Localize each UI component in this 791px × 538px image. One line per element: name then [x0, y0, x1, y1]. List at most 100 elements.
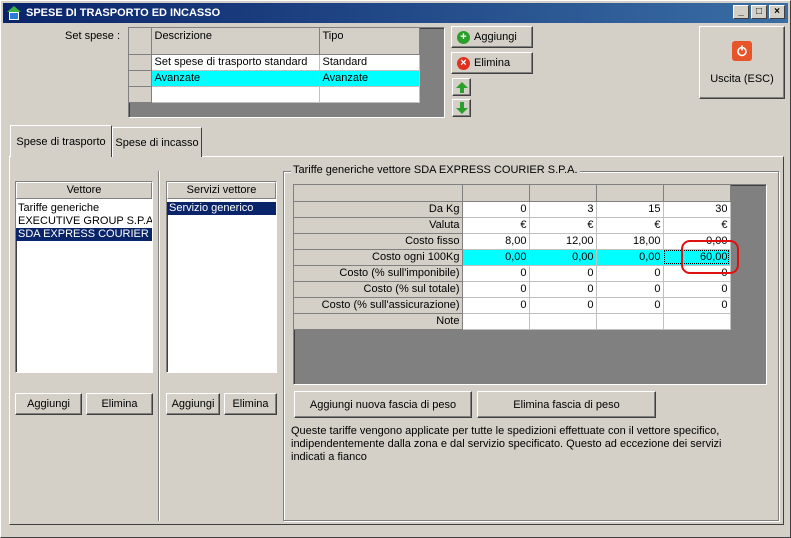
table-row-selected[interactable]: Avanzate Avanzate [129, 70, 420, 87]
tariffe-grid[interactable]: Da Kg 0 3 15 30 Valuta € € € € Costo fis… [293, 184, 767, 385]
delete-set-label: Elimina [474, 57, 511, 69]
cell[interactable] [529, 313, 597, 330]
cell[interactable] [596, 313, 664, 330]
tab-spese-incasso[interactable]: Spese di incasso [112, 127, 202, 157]
row-label: Costo (% sul totale) [294, 281, 463, 298]
row-selector[interactable] [129, 54, 152, 71]
servizi-header: Servizi vettore [167, 182, 276, 199]
move-up-button[interactable] [452, 78, 471, 96]
cell[interactable]: 0 [462, 281, 530, 298]
cell[interactable]: 0 [596, 265, 664, 282]
cell[interactable]: 12,00 [529, 233, 597, 250]
cell-tipo[interactable]: Avanzate [319, 70, 420, 87]
cell-empty[interactable] [319, 86, 420, 103]
row-label: Costo (% sull'imponibile) [294, 265, 463, 282]
cell[interactable]: € [529, 217, 597, 234]
delete-weight-band-button[interactable]: Elimina fascia di peso [477, 391, 656, 418]
row-selector[interactable] [129, 70, 152, 87]
add-vettore-button[interactable]: Aggiungi [15, 393, 82, 415]
cell[interactable]: 0 [529, 281, 597, 298]
column-header-descrizione[interactable]: Descrizione [151, 28, 320, 55]
tariffe-row-selected[interactable]: Costo ogni 100Kg 0,00 0,00 0,00 60,00 [294, 249, 731, 266]
cell[interactable]: 0 [529, 265, 597, 282]
column-header-tipo[interactable]: Tipo [319, 28, 420, 55]
row-selector[interactable] [129, 86, 152, 103]
cell[interactable]: 0 [462, 265, 530, 282]
cell[interactable]: € [596, 217, 664, 234]
down-arrow-icon [455, 102, 468, 114]
cell[interactable]: 0 [529, 297, 597, 314]
power-icon [732, 40, 752, 61]
cell[interactable]: 0 [596, 281, 664, 298]
vettore-list[interactable]: Vettore Tariffe generiche EXECUTIVE GROU… [15, 181, 153, 373]
delete-servizio-button[interactable]: Elimina [224, 393, 277, 415]
cell[interactable]: € [462, 217, 530, 234]
cell[interactable]: 0 [462, 297, 530, 314]
cell[interactable]: 0 [596, 297, 664, 314]
cell[interactable]: 0 [663, 297, 731, 314]
tariffe-title: Tariffe generiche vettore SDA EXPRESS CO… [291, 164, 580, 176]
row-label: Costo (% sull'assicurazione) [294, 297, 463, 314]
plus-icon: + [457, 30, 470, 44]
tariffe-row[interactable]: Da Kg 0 3 15 30 [294, 201, 731, 218]
title-bar[interactable]: SPESE DI TRASPORTO ED INCASSO _ □ × [3, 3, 788, 23]
cell[interactable]: 0,00 [596, 249, 664, 266]
cell[interactable]: 3 [529, 201, 597, 218]
maximize-button[interactable]: □ [751, 5, 767, 19]
set-spese-grid[interactable]: Descrizione Tipo Set spese di trasporto … [128, 27, 445, 118]
move-down-button[interactable] [452, 99, 471, 117]
delete-vettore-button[interactable]: Elimina [86, 393, 153, 415]
column-header[interactable] [529, 185, 597, 202]
exit-button[interactable]: Uscita (ESC) [699, 26, 785, 99]
close-button[interactable]: × [769, 5, 785, 19]
cell[interactable] [663, 313, 731, 330]
cell-tipo[interactable]: Standard [319, 54, 420, 71]
separator [158, 171, 160, 521]
cell-descrizione[interactable]: Avanzate [151, 70, 320, 87]
tariffe-row[interactable]: Valuta € € € € [294, 217, 731, 234]
cell[interactable]: 0 [462, 201, 530, 218]
add-weight-band-button[interactable]: Aggiungi nuova fascia di peso [294, 391, 472, 418]
cell[interactable]: € [663, 217, 731, 234]
table-row[interactable]: Set spese di trasporto standard Standard [129, 54, 420, 71]
cell-descrizione[interactable]: Set spese di trasporto standard [151, 54, 320, 71]
tab-spese-trasporto[interactable]: Spese di trasporto [10, 125, 112, 157]
list-item[interactable]: Tariffe generiche [16, 202, 152, 215]
cell[interactable]: 15 [596, 201, 664, 218]
add-set-button[interactable]: + Aggiungi [451, 26, 533, 48]
grid-corner [129, 28, 152, 55]
tariffe-row[interactable]: Note [294, 313, 731, 330]
column-header[interactable] [596, 185, 664, 202]
column-header[interactable] [462, 185, 530, 202]
cell-empty[interactable] [151, 86, 320, 103]
list-item[interactable]: EXECUTIVE GROUP S.P.A. [16, 215, 152, 228]
list-item-selected[interactable]: Servizio generico [167, 202, 276, 215]
list-item-selected[interactable]: SDA EXPRESS COURIER S [16, 228, 152, 241]
add-servizio-button[interactable]: Aggiungi [166, 393, 220, 415]
servizi-list[interactable]: Servizi vettore Servizio generico [166, 181, 277, 373]
tariffe-row[interactable]: Costo (% sull'assicurazione) 0 0 0 0 [294, 297, 731, 314]
row-label: Da Kg [294, 201, 463, 218]
table-row-empty[interactable] [129, 86, 420, 103]
minimize-button[interactable]: _ [733, 5, 749, 19]
grid-corner [294, 185, 463, 202]
delete-set-button[interactable]: × Elimina [451, 52, 533, 74]
row-label: Costo fisso [294, 233, 463, 250]
cell[interactable]: 0 [663, 281, 731, 298]
cell[interactable] [462, 313, 530, 330]
cell[interactable]: 0,00 [529, 249, 597, 266]
tariffe-row[interactable]: Costo (% sul totale) 0 0 0 0 [294, 281, 731, 298]
column-header[interactable] [663, 185, 731, 202]
cell[interactable]: 18,00 [596, 233, 664, 250]
exit-label: Uscita (ESC) [710, 72, 774, 85]
cell[interactable]: 8,00 [462, 233, 530, 250]
window-controls: _ □ × [731, 5, 785, 19]
row-label: Valuta [294, 217, 463, 234]
tariffe-row[interactable]: Costo (% sull'imponibile) 0 0 0 0 [294, 265, 731, 282]
cell[interactable]: 0,00 [462, 249, 530, 266]
tariffe-row[interactable]: Costo fisso 8,00 12,00 18,00 0,00 [294, 233, 731, 250]
up-arrow-icon [455, 82, 468, 93]
cell[interactable]: 30 [663, 201, 731, 218]
row-label: Note [294, 313, 463, 330]
info-text: Queste tariffe vengono applicate per tut… [291, 425, 722, 463]
